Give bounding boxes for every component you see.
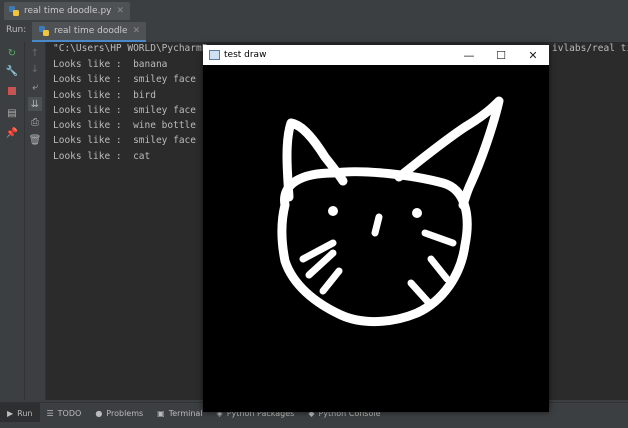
close-icon[interactable]: ✕ xyxy=(133,26,141,36)
play-icon: ▶ xyxy=(7,408,14,418)
test-draw-window[interactable]: test draw — ☐ ✕ xyxy=(203,45,549,412)
print-icon[interactable]: ⎙ xyxy=(28,115,42,129)
cat-whisker xyxy=(427,255,451,283)
console-line: Looks like : smiley face xyxy=(53,135,196,146)
info-icon: ● xyxy=(95,408,103,418)
window-title: test draw xyxy=(224,50,267,60)
terminal-tool-label: Terminal xyxy=(168,408,203,418)
maximize-button[interactable]: ☐ xyxy=(485,45,517,65)
terminal-icon: ▣ xyxy=(157,408,165,418)
todo-tool-label: TODO xyxy=(57,408,82,418)
console-line: Looks like : smiley face xyxy=(53,74,196,85)
python-run-icon xyxy=(39,26,49,36)
arrow-down-icon[interactable]: ↓ xyxy=(28,62,42,76)
rerun-icon[interactable]: ↻ xyxy=(5,46,19,60)
cat-left-eye xyxy=(328,206,338,216)
console-line: Looks like : wine bottle xyxy=(53,120,196,131)
console-line: Looks like : smiley face xyxy=(53,105,196,116)
wrench-icon[interactable]: 🔧 xyxy=(5,64,19,78)
file-tab-label: real time doodle.py xyxy=(24,6,112,16)
cat-whisker xyxy=(407,279,433,307)
console-line: Looks like : banana xyxy=(53,59,168,70)
list-icon: ☰ xyxy=(46,408,54,418)
cat-head-stroke xyxy=(277,167,472,327)
cat-whisker xyxy=(319,267,343,295)
cat-eyes xyxy=(328,206,422,218)
cat-right-eye xyxy=(412,208,422,218)
console-command-tail: ivlabs/real ti xyxy=(552,43,628,54)
window-title-bar[interactable]: test draw — ☐ ✕ xyxy=(203,45,549,65)
run-config-label: real time doodle xyxy=(54,26,128,36)
scroll-to-end-icon[interactable]: ⇊ xyxy=(28,97,42,111)
console-line: Looks like : cat xyxy=(53,151,151,162)
cat-nose-stroke xyxy=(371,213,383,237)
layout-icon[interactable]: ▤ xyxy=(5,106,19,120)
close-icon[interactable]: ✕ xyxy=(117,6,125,16)
run-tool-label: Run xyxy=(17,408,33,418)
problems-tool-label: Problems xyxy=(106,408,144,418)
run-toolbar-right: ↑ ↓ ⤶ ⇊ ⎙ 🗑 xyxy=(25,42,46,400)
run-config-tab[interactable]: real time doodle ✕ xyxy=(32,22,147,42)
run-toolbar-left: ↻ 🔧 ▤ 📌 xyxy=(0,42,25,400)
editor-file-tab[interactable]: real time doodle.py ✕ xyxy=(4,2,131,20)
minimize-button[interactable]: — xyxy=(453,45,485,65)
stop-icon[interactable] xyxy=(5,84,19,98)
python-file-icon xyxy=(9,6,19,16)
run-label: Run: xyxy=(6,25,27,35)
todo-tool-button[interactable]: ☰ TODO xyxy=(40,403,89,423)
problems-tool-button[interactable]: ● Problems xyxy=(88,403,150,423)
console-line: Looks like : bird xyxy=(53,90,156,101)
trash-icon[interactable]: 🗑 xyxy=(28,133,42,147)
run-tool-button[interactable]: ▶ Run xyxy=(0,403,40,423)
arrow-up-icon[interactable]: ↑ xyxy=(28,46,42,60)
close-button[interactable]: ✕ xyxy=(517,45,549,65)
terminal-tool-button[interactable]: ▣ Terminal xyxy=(150,403,209,423)
drawing-canvas[interactable] xyxy=(203,65,549,412)
pin-icon[interactable]: 📌 xyxy=(5,126,19,140)
soft-wrap-icon[interactable]: ⤶ xyxy=(28,80,42,94)
cat-whisker xyxy=(421,229,457,247)
console-command: "C:\Users\HP WORLD\PycharmP xyxy=(53,43,208,54)
status-bar xyxy=(0,422,628,428)
window-app-icon xyxy=(209,50,220,60)
